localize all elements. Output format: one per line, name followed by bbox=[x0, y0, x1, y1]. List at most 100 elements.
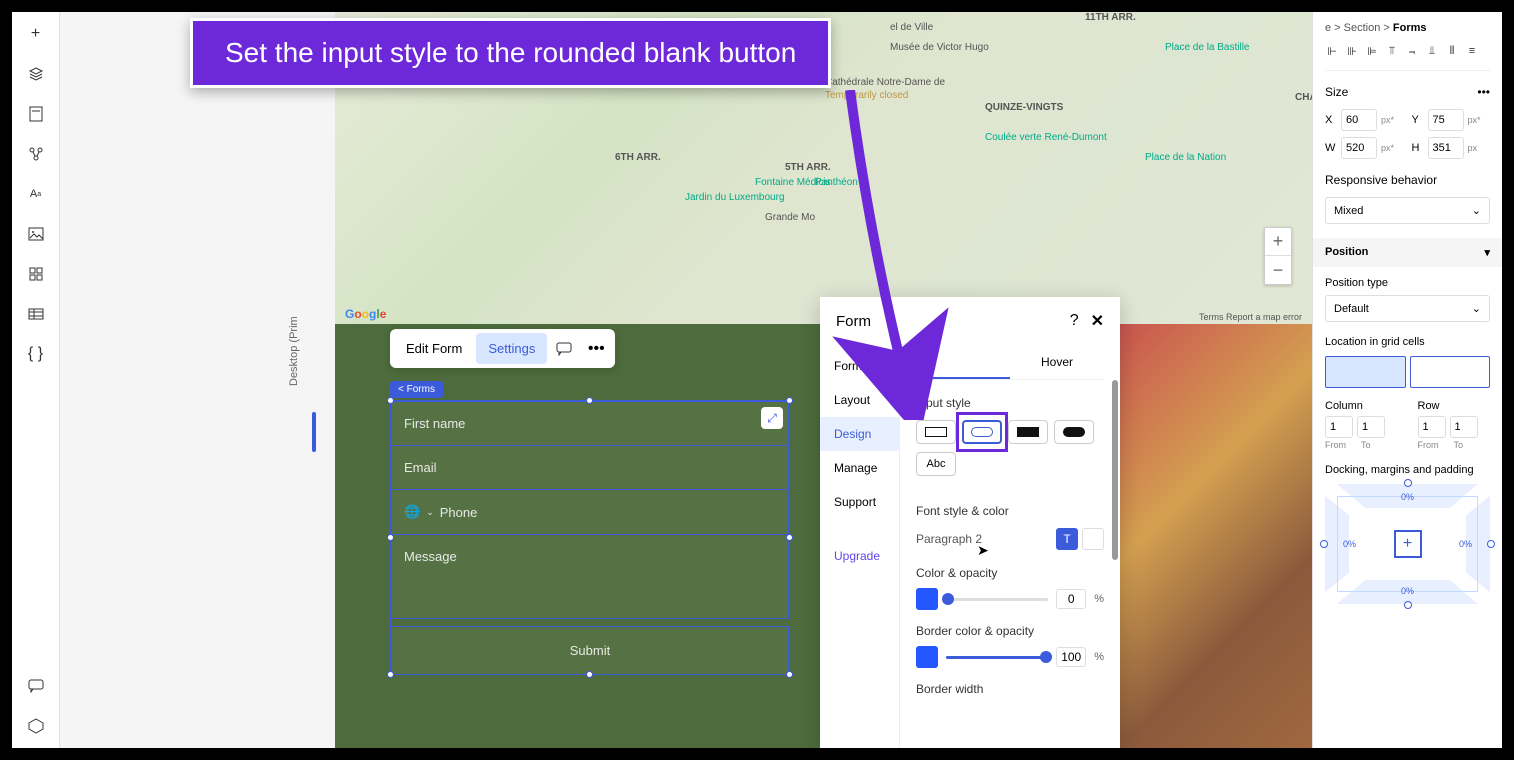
edit-toolbar: Edit Form Settings ••• bbox=[390, 329, 615, 368]
size-label: Size bbox=[1325, 85, 1348, 99]
text-icon[interactable]: Aa bbox=[26, 184, 46, 204]
col-from-input[interactable] bbox=[1325, 416, 1353, 438]
row-from-input[interactable] bbox=[1418, 416, 1446, 438]
comment-icon[interactable] bbox=[26, 676, 46, 696]
first-name-field[interactable]: First name bbox=[391, 401, 789, 446]
docking-label: Docking, margins and padding bbox=[1325, 464, 1490, 476]
form-settings-popup: Form ? ✕ Forms Layout Design Manage Supp… bbox=[820, 297, 1120, 748]
location-label: Location in grid cells bbox=[1325, 336, 1490, 348]
message-field[interactable]: Message bbox=[391, 534, 789, 619]
border-opacity-slider[interactable] bbox=[946, 656, 1048, 659]
style-rect-blank[interactable] bbox=[916, 420, 956, 444]
expand-icon[interactable]: ⤢ bbox=[761, 407, 783, 429]
phone-field[interactable]: 🌐 ⌄ Phone bbox=[391, 489, 789, 535]
x-input[interactable] bbox=[1341, 109, 1377, 131]
layers-icon[interactable] bbox=[26, 64, 46, 84]
font-name: Paragraph 2 bbox=[916, 532, 982, 546]
resize-handle[interactable] bbox=[387, 534, 394, 541]
form-badge[interactable]: < Forms bbox=[390, 381, 443, 398]
nav-manage[interactable]: Manage bbox=[820, 451, 899, 485]
align-top-icon[interactable]: ⫪ bbox=[1385, 42, 1399, 60]
submit-button[interactable]: Submit bbox=[391, 626, 789, 675]
text-style-button[interactable]: T bbox=[1056, 528, 1078, 550]
style-rounded-fill[interactable] bbox=[1054, 420, 1094, 444]
style-abc[interactable]: Abc bbox=[916, 452, 956, 476]
distribute-h-icon[interactable]: ⦀ bbox=[1445, 42, 1459, 60]
nav-forms[interactable]: Forms bbox=[820, 349, 899, 383]
help-icon[interactable]: ? bbox=[1070, 312, 1079, 330]
map-zoom: + − bbox=[1264, 227, 1292, 285]
nav-support[interactable]: Support bbox=[820, 485, 899, 519]
form-element[interactable]: < Forms ⤢ First name Email 🌐 ⌄ Phone Mes… bbox=[390, 379, 790, 675]
tab-regular[interactable] bbox=[916, 345, 1010, 379]
email-field[interactable]: Email bbox=[391, 445, 789, 490]
color-swatch[interactable] bbox=[916, 588, 938, 610]
drag-handle[interactable] bbox=[312, 412, 316, 452]
more-icon[interactable]: ••• bbox=[1477, 85, 1490, 99]
resize-handle[interactable] bbox=[387, 671, 394, 678]
align-left-icon[interactable]: ⊩ bbox=[1325, 42, 1339, 60]
more-button[interactable]: ••• bbox=[581, 334, 611, 364]
code-icon[interactable]: { } bbox=[26, 344, 46, 364]
align-center-icon[interactable]: ⊪ bbox=[1345, 42, 1359, 60]
close-icon[interactable]: ✕ bbox=[1091, 311, 1104, 331]
image-icon[interactable] bbox=[26, 224, 46, 244]
distribute-v-icon[interactable]: ≡ bbox=[1465, 42, 1479, 60]
map-credits[interactable]: Terms Report a map error bbox=[1199, 312, 1302, 322]
cursor-icon: ➤ bbox=[977, 542, 989, 559]
border-label: Border color & opacity bbox=[916, 624, 1104, 638]
font-section-label: Font style & color bbox=[916, 504, 1104, 518]
position-type-select[interactable]: Default⌄ bbox=[1325, 295, 1490, 322]
resize-handle[interactable] bbox=[786, 534, 793, 541]
grid-cell[interactable] bbox=[1325, 356, 1406, 388]
w-input[interactable] bbox=[1341, 137, 1377, 159]
opacity-value[interactable]: 0 bbox=[1056, 589, 1086, 609]
color-label: Color & opacity bbox=[916, 566, 1104, 580]
border-opacity-value[interactable]: 100 bbox=[1056, 647, 1086, 667]
h-input[interactable] bbox=[1428, 137, 1464, 159]
edit-form-button[interactable]: Edit Form bbox=[394, 333, 474, 364]
resize-handle[interactable] bbox=[586, 671, 593, 678]
col-to-input[interactable] bbox=[1357, 416, 1385, 438]
responsive-label: Responsive behavior bbox=[1325, 173, 1437, 187]
docking-control[interactable]: + 0% 0% 0% 0% bbox=[1325, 484, 1490, 604]
instruction-banner: Set the input style to the rounded blank… bbox=[190, 18, 831, 88]
settings-button[interactable]: Settings bbox=[476, 333, 547, 364]
device-label: Desktop (Prim bbox=[288, 316, 300, 386]
breadcrumb[interactable]: e > Section > Forms bbox=[1325, 22, 1490, 34]
nav-layout[interactable]: Layout bbox=[820, 383, 899, 417]
comment-button[interactable] bbox=[549, 334, 579, 364]
y-input[interactable] bbox=[1428, 109, 1464, 131]
zoom-out-icon[interactable]: − bbox=[1265, 256, 1291, 284]
style-rect-fill[interactable] bbox=[1008, 420, 1048, 444]
table-icon[interactable] bbox=[26, 304, 46, 324]
apps-icon[interactable] bbox=[26, 264, 46, 284]
chevron-down-icon: ⌄ bbox=[426, 507, 434, 518]
zoom-in-icon[interactable]: + bbox=[1265, 228, 1291, 256]
scrollbar[interactable] bbox=[1112, 380, 1118, 738]
align-middle-icon[interactable]: ⫬ bbox=[1405, 42, 1419, 60]
tab-hover[interactable]: Hover bbox=[1010, 345, 1104, 379]
help-icon[interactable] bbox=[26, 716, 46, 736]
align-right-icon[interactable]: ⊫ bbox=[1365, 42, 1379, 60]
nav-upgrade[interactable]: Upgrade bbox=[820, 539, 899, 573]
position-section[interactable]: Position▾ bbox=[1313, 238, 1502, 267]
style-rounded-blank[interactable] bbox=[962, 420, 1002, 444]
grid-cell[interactable] bbox=[1410, 356, 1491, 388]
resize-handle[interactable] bbox=[786, 397, 793, 404]
row-to-input[interactable] bbox=[1450, 416, 1478, 438]
nav-design[interactable]: Design bbox=[820, 417, 899, 451]
chevron-down-icon: ⌄ bbox=[1472, 204, 1481, 217]
resize-handle[interactable] bbox=[586, 397, 593, 404]
text-color-button[interactable] bbox=[1082, 528, 1104, 550]
resize-handle[interactable] bbox=[387, 397, 394, 404]
responsive-select[interactable]: Mixed⌄ bbox=[1325, 197, 1490, 224]
page-icon[interactable] bbox=[26, 104, 46, 124]
opacity-slider[interactable] bbox=[946, 598, 1048, 601]
align-bottom-icon[interactable]: ⫫ bbox=[1425, 42, 1439, 60]
add-icon[interactable]: + bbox=[26, 24, 46, 44]
components-icon[interactable] bbox=[26, 144, 46, 164]
resize-handle[interactable] bbox=[786, 671, 793, 678]
border-swatch[interactable] bbox=[916, 646, 938, 668]
chevron-down-icon: ⌄ bbox=[1472, 302, 1481, 315]
